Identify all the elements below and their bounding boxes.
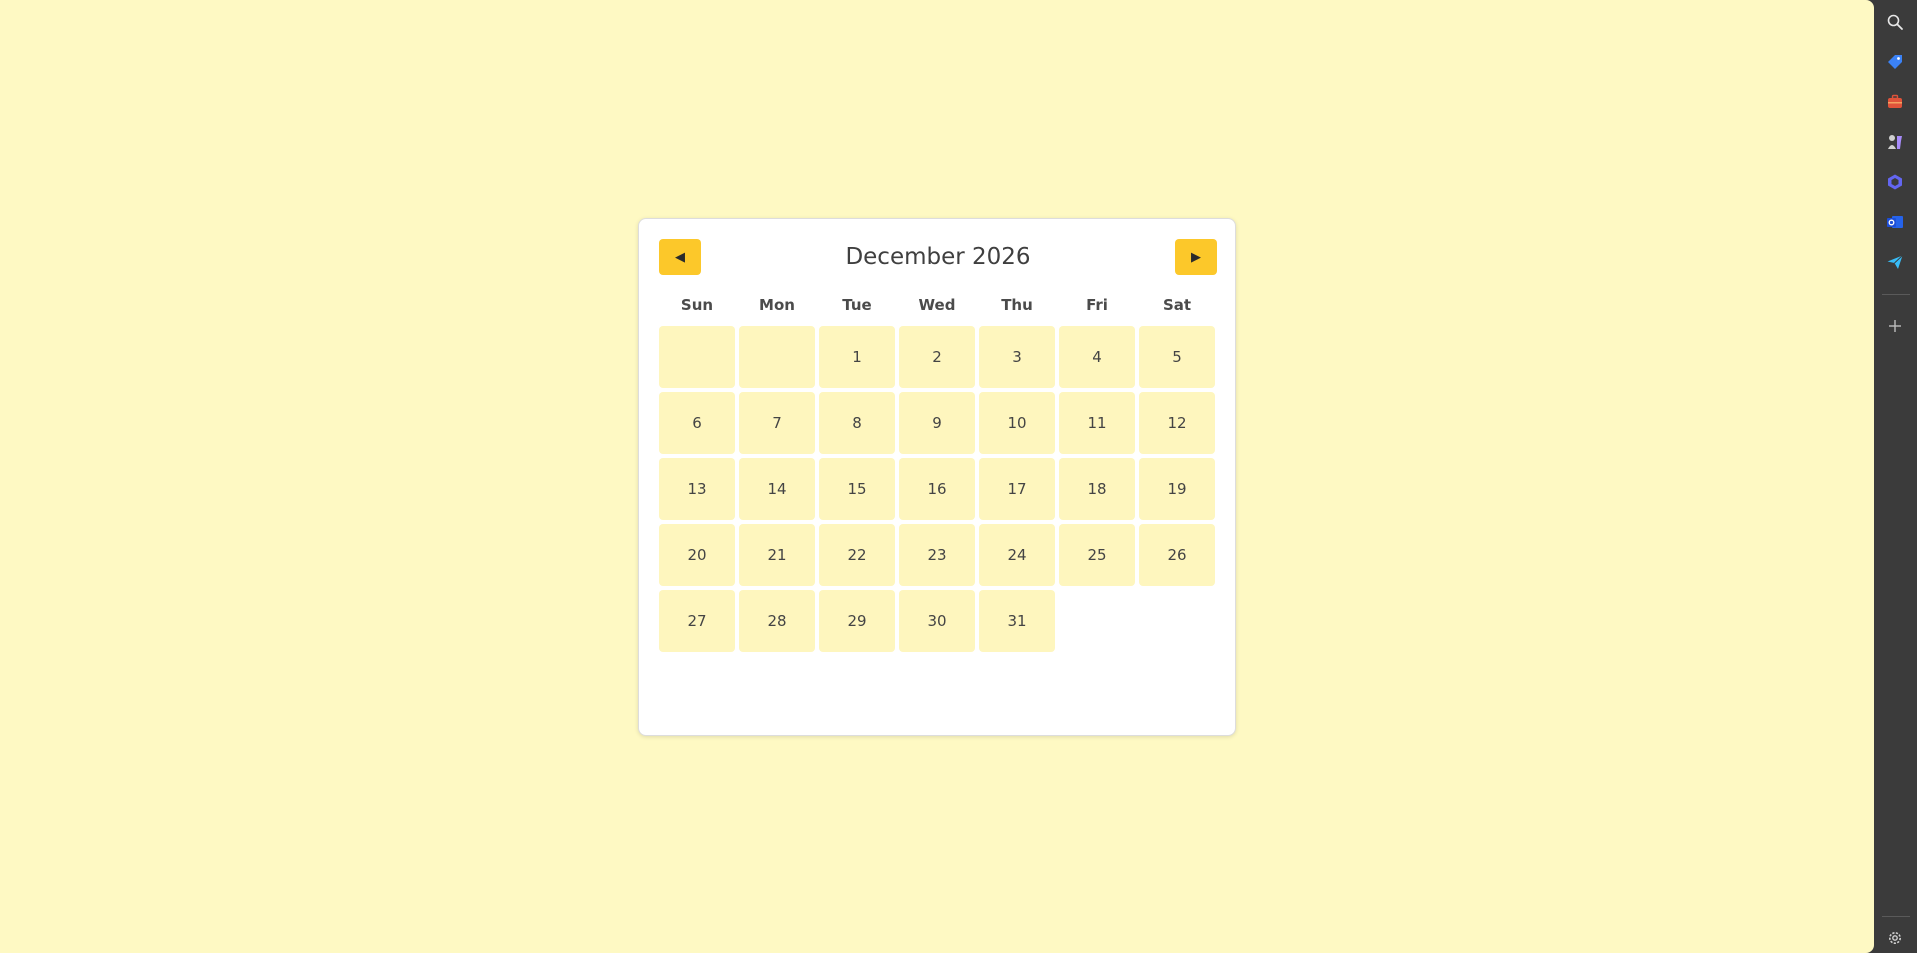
day-cell[interactable]: 22 <box>819 524 895 586</box>
day-cell[interactable]: 8 <box>819 392 895 454</box>
day-cell[interactable]: 3 <box>979 326 1055 388</box>
sidebar-divider <box>1882 294 1910 295</box>
sidebar-divider <box>1882 916 1910 917</box>
send-icon[interactable] <box>1885 252 1905 272</box>
day-grid: 1 2 3 4 5 6 7 8 9 10 11 12 13 14 15 16 1… <box>659 326 1217 652</box>
day-cell[interactable]: 10 <box>979 392 1055 454</box>
day-cell[interactable]: 4 <box>1059 326 1135 388</box>
day-cell[interactable]: 24 <box>979 524 1055 586</box>
weekday-header-row: Sun Mon Tue Wed Thu Fri Sat <box>659 295 1217 315</box>
day-cell[interactable]: 27 <box>659 590 735 652</box>
day-cell[interactable]: 26 <box>1139 524 1215 586</box>
day-cell[interactable]: 14 <box>739 458 815 520</box>
browser-sidebar <box>1874 0 1917 953</box>
weekday-label: Tue <box>842 296 872 314</box>
add-icon[interactable] <box>1885 316 1905 336</box>
briefcase-icon[interactable] <box>1885 92 1905 112</box>
day-cell[interactable]: 6 <box>659 392 735 454</box>
weekday-label: Wed <box>918 296 956 314</box>
day-cell[interactable]: 31 <box>979 590 1055 652</box>
day-cell[interactable]: 13 <box>659 458 735 520</box>
day-cell[interactable]: 9 <box>899 392 975 454</box>
chess-icon[interactable] <box>1885 132 1905 152</box>
empty-day-cell <box>739 326 815 388</box>
day-cell[interactable]: 30 <box>899 590 975 652</box>
calendar-header: ◀ December 2026 ▶ <box>659 239 1217 276</box>
day-cell[interactable]: 18 <box>1059 458 1135 520</box>
day-cell[interactable]: 23 <box>899 524 975 586</box>
day-cell[interactable]: 1 <box>819 326 895 388</box>
day-cell[interactable]: 16 <box>899 458 975 520</box>
day-cell[interactable]: 20 <box>659 524 735 586</box>
copilot-icon[interactable] <box>1885 172 1905 192</box>
month-title: December 2026 <box>845 244 1031 270</box>
day-cell[interactable]: 7 <box>739 392 815 454</box>
calendar-widget: ◀ December 2026 ▶ Sun Mon Tue Wed Thu Fr… <box>638 218 1236 736</box>
day-cell[interactable]: 2 <box>899 326 975 388</box>
day-cell[interactable]: 29 <box>819 590 895 652</box>
day-cell[interactable]: 5 <box>1139 326 1215 388</box>
day-cell[interactable]: 17 <box>979 458 1055 520</box>
search-icon[interactable] <box>1885 12 1905 32</box>
weekday-label: Sat <box>1162 296 1192 314</box>
outlook-icon[interactable] <box>1885 212 1905 232</box>
weekday-label: Thu <box>1001 296 1033 314</box>
weekday-label: Sun <box>680 296 714 314</box>
next-month-button[interactable]: ▶ <box>1175 239 1217 275</box>
day-cell[interactable]: 11 <box>1059 392 1135 454</box>
gear-icon[interactable] <box>1885 928 1905 948</box>
tag-icon[interactable] <box>1885 52 1905 72</box>
previous-month-button[interactable]: ◀ <box>659 239 701 275</box>
day-cell[interactable]: 12 <box>1139 392 1215 454</box>
weekday-label: Fri <box>1086 296 1108 314</box>
day-cell[interactable]: 21 <box>739 524 815 586</box>
day-cell[interactable]: 25 <box>1059 524 1135 586</box>
day-cell[interactable]: 19 <box>1139 458 1215 520</box>
empty-day-cell <box>659 326 735 388</box>
page-viewport: ◀ December 2026 ▶ Sun Mon Tue Wed Thu Fr… <box>0 0 1874 953</box>
day-cell[interactable]: 28 <box>739 590 815 652</box>
day-cell[interactable]: 15 <box>819 458 895 520</box>
weekday-label: Mon <box>759 296 795 314</box>
